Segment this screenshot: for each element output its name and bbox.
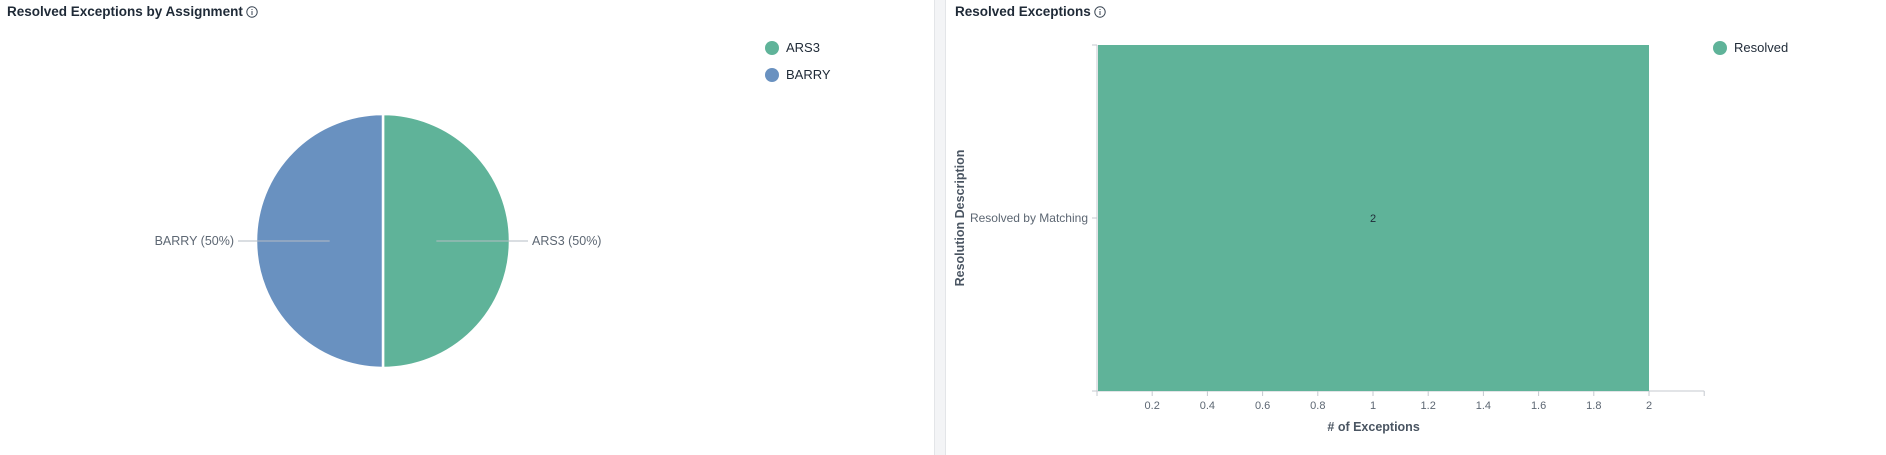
- bar-chart: 2 Resolved by Matching 0.2 0.4 0.6 0.8 1 1.2 1.4…: [953, 44, 1705, 434]
- x-tick-label: 0.8: [1310, 400, 1325, 412]
- x-axis-title: # of Exceptions: [1327, 420, 1419, 434]
- x-tick-label: 1: [1370, 400, 1376, 412]
- pie-label-barry: BARRY (50%): [155, 234, 234, 248]
- pie-label-ars3: ARS3 (50%): [532, 234, 601, 248]
- x-tick-label: 0.4: [1200, 400, 1215, 412]
- y-tick-label: Resolved by Matching: [970, 211, 1088, 225]
- x-tick-label: 0.2: [1145, 400, 1160, 412]
- y-axis-title: Resolution Description: [953, 150, 967, 287]
- panel-divider[interactable]: [934, 0, 946, 455]
- pie-chart: ARS3 (50%) BARRY (50%): [155, 112, 601, 370]
- x-tick-label: 2: [1646, 400, 1652, 412]
- x-tick-label: 1.4: [1476, 400, 1491, 412]
- pie-chart-panel: Resolved Exceptions by Assignment ARS3 B…: [0, 0, 934, 455]
- bar-data-label: 2: [1370, 213, 1376, 225]
- x-tick-label: 1.2: [1421, 400, 1436, 412]
- bar-chart-panel: Resolved Exceptions Resolved 2 Resolved b…: [946, 0, 1886, 455]
- x-tick-label: 1.8: [1586, 400, 1601, 412]
- x-tick-label: 1.6: [1531, 400, 1546, 412]
- x-tick-label: 0.6: [1255, 400, 1270, 412]
